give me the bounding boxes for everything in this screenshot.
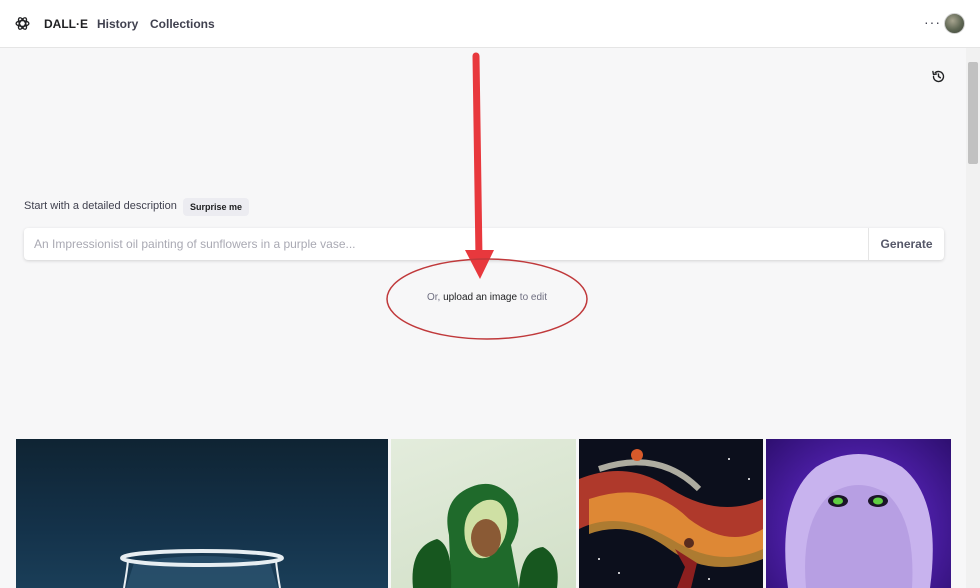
- upload-prefix: Or,: [426, 292, 444, 303]
- nav-history[interactable]: History: [97, 16, 138, 32]
- glass-bowl-image[interactable]: [16, 439, 388, 588]
- user-avatar[interactable]: [944, 13, 965, 34]
- openai-logo-icon[interactable]: [14, 15, 31, 32]
- top-navigation-bar: DALL·E History Collections ···: [0, 0, 980, 48]
- space-basketball-illustration: [579, 449, 763, 588]
- prompt-label: Start with a detailed description: [24, 200, 177, 212]
- purple-monster-illustration: [785, 454, 933, 588]
- prompt-box: Generate: [24, 228, 944, 260]
- glass-bowl-illustration: [120, 549, 284, 588]
- purple-monster-image[interactable]: [766, 439, 951, 588]
- prompt-input[interactable]: [24, 228, 870, 260]
- upload-suffix: to edit: [517, 292, 548, 303]
- brand-link[interactable]: DALL·E: [44, 16, 88, 32]
- more-horizontal-icon[interactable]: ···: [924, 14, 941, 30]
- nav-collections[interactable]: Collections: [150, 16, 215, 32]
- surprise-me-button[interactable]: Surprise me: [183, 198, 250, 216]
- avocado-chair-illustration: [412, 483, 558, 588]
- page-scrollbar-thumb[interactable]: [968, 62, 978, 164]
- history-clock-icon[interactable]: [931, 69, 946, 84]
- generate-button[interactable]: Generate: [868, 228, 944, 260]
- upload-line: Or, upload an image to edit: [387, 291, 587, 304]
- space-basketball-image[interactable]: [579, 439, 763, 588]
- avocado-chair-image[interactable]: [391, 439, 576, 588]
- upload-image-link[interactable]: upload an image: [443, 292, 517, 303]
